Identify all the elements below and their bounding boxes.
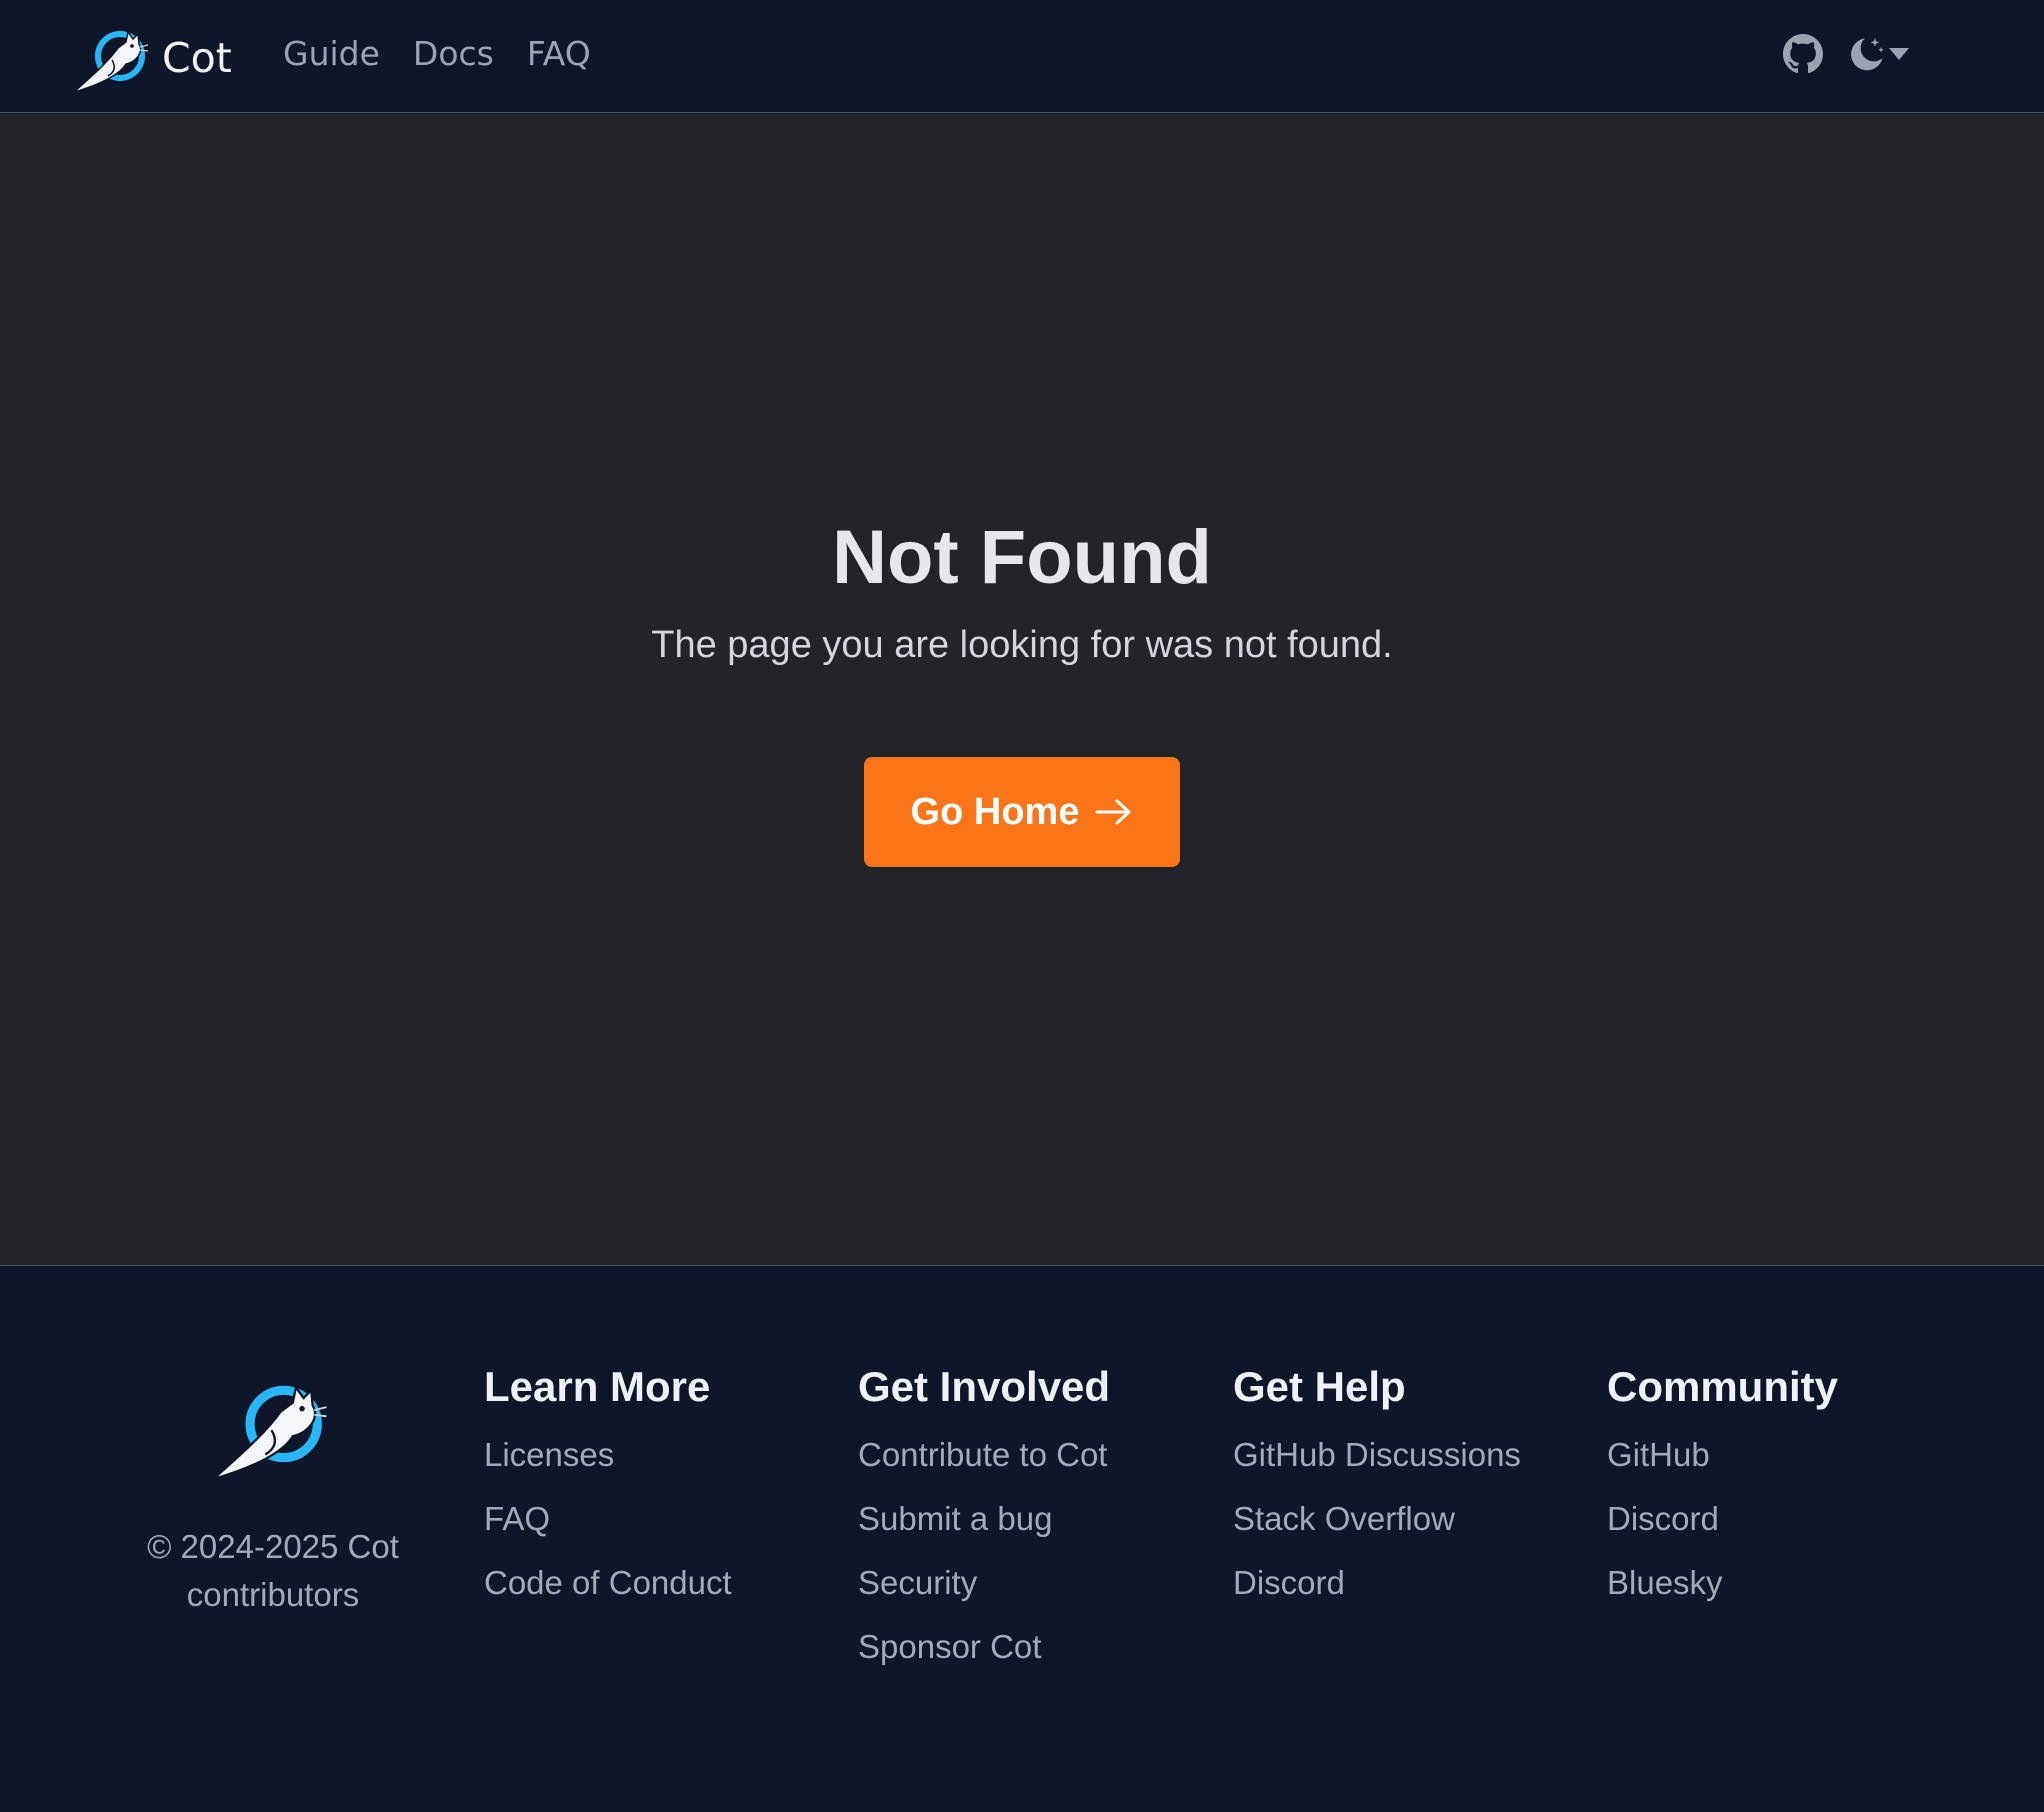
footer-column-community: Community GitHub Discord Bluesky [1607,1363,1838,1615]
footer: © 2024-2025 Cot contributors Learn More … [0,1267,2044,1812]
footer-link-discord-help[interactable]: Discord [1233,1551,1521,1615]
page-subtitle: The page you are looking for was not fou… [651,624,1393,666]
nav-links: Guide Docs FAQ [283,34,624,73]
footer-heading: Learn More [484,1363,711,1410]
footer-link-contribute[interactable]: Contribute to Cot [858,1423,1110,1487]
arrow-right-icon [1095,799,1131,825]
footer-heading: Get Involved [858,1363,1111,1410]
go-home-button[interactable]: Go Home [864,757,1180,867]
nav-actions [1783,34,1909,74]
footer-link-discord[interactable]: Discord [1607,1487,1838,1551]
cot-logo-icon [73,30,149,93]
navbar: Cot Guide Docs FAQ [0,0,2044,113]
footer-heading: Get Help [1233,1363,1406,1410]
theme-toggle-button[interactable] [1847,34,1909,74]
footer-link-sponsor[interactable]: Sponsor Cot [858,1615,1110,1679]
main-content: Not Found The page you are looking for w… [0,114,2044,1266]
footer-link-licenses[interactable]: Licenses [484,1423,732,1487]
footer-link-bluesky[interactable]: Bluesky [1607,1551,1838,1615]
footer-link-code-of-conduct[interactable]: Code of Conduct [484,1551,732,1615]
footer-column-learn-more: Learn More Licenses FAQ Code of Conduct [484,1363,732,1615]
caret-down-icon [1889,48,1909,60]
page-title: Not Found [832,515,1212,600]
copyright-text: © 2024-2025 Cot contributors [147,1528,399,1613]
moon-stars-icon [1851,38,1884,71]
brand-link[interactable]: Cot [72,22,232,94]
nav-link-faq[interactable]: FAQ [527,34,591,73]
footer-column-get-help: Get Help GitHub Discussions Stack Overfl… [1233,1363,1521,1615]
footer-link-github-discussions[interactable]: GitHub Discussions [1233,1423,1521,1487]
github-icon[interactable] [1783,34,1823,74]
footer-link-stack-overflow[interactable]: Stack Overflow [1233,1487,1521,1551]
footer-logo-icon [212,1384,327,1481]
footer-column-get-involved: Get Involved Contribute to Cot Submit a … [858,1363,1110,1679]
nav-link-docs[interactable]: Docs [413,34,494,73]
footer-link-security[interactable]: Security [858,1551,1110,1615]
nav-link-guide[interactable]: Guide [283,34,380,73]
footer-link-github[interactable]: GitHub [1607,1423,1838,1487]
brand-name: Cot [162,34,232,82]
footer-link-faq[interactable]: FAQ [484,1487,732,1551]
footer-link-submit-bug[interactable]: Submit a bug [858,1487,1110,1551]
go-home-label: Go Home [910,790,1080,833]
footer-heading: Community [1607,1363,1838,1410]
